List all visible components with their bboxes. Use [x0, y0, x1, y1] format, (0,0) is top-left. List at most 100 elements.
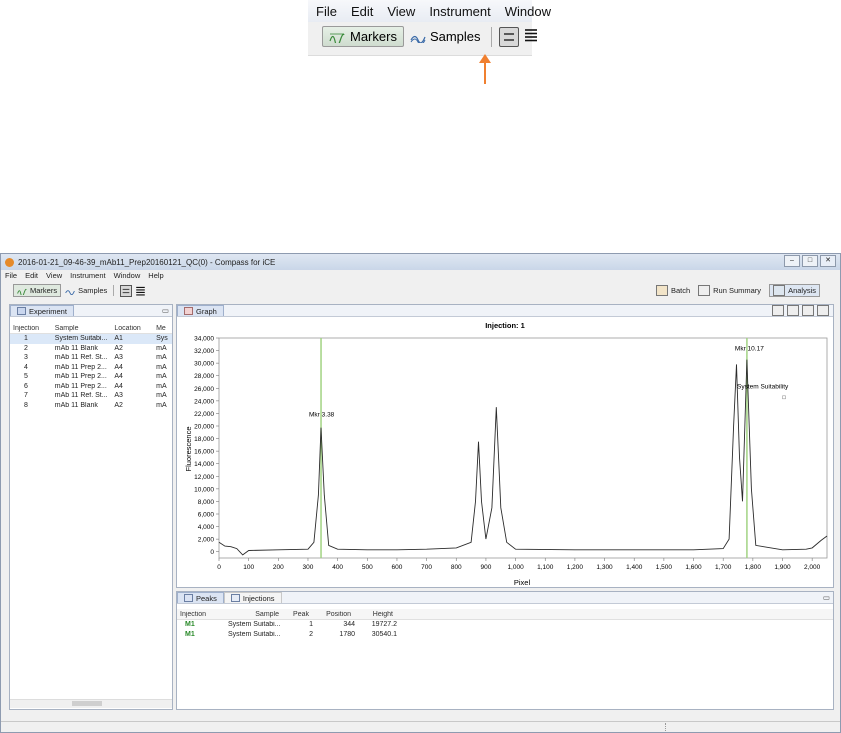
experiment-cell: A3: [114, 392, 123, 400]
y-tick-label: 32,000: [194, 348, 214, 355]
marker-toggle-icon[interactable]: [772, 305, 784, 316]
zoom-menu-file[interactable]: File: [316, 4, 337, 19]
peak-cell: 30540.1: [371, 630, 397, 638]
batch-button[interactable]: Batch: [655, 285, 690, 296]
samples-button[interactable]: Samples: [65, 286, 107, 295]
peak-row[interactable]: M1 System Suitabi... 2 1780 30540.1: [177, 630, 833, 640]
overlay-icon[interactable]: [802, 305, 814, 316]
peak-row[interactable]: M1 System Suitabi... 1 344 19727.2: [177, 620, 833, 630]
experiment-cell: mA: [156, 373, 167, 381]
x-tick-label: 1,400: [626, 564, 643, 571]
maximize-icon[interactable]: □: [802, 255, 818, 267]
zoom-menu-window[interactable]: Window: [505, 4, 551, 19]
minimize-view-icon[interactable]: ▭: [162, 306, 169, 315]
run-summary-button[interactable]: Run Summary: [698, 285, 761, 296]
x-tick-label: 100: [243, 564, 254, 571]
zoom-menu-instrument[interactable]: Instrument: [429, 4, 490, 19]
zoom-single-view-button[interactable]: [498, 26, 519, 47]
peak-cell: 1: [309, 621, 313, 629]
y-tick-label: 10,000: [194, 486, 214, 493]
window-controls: – □ ✕: [782, 255, 836, 267]
zoom-stacked-view-button[interactable]: [524, 28, 537, 45]
y-tick-label: 30,000: [194, 361, 214, 368]
experiment-cell: Sys: [156, 335, 168, 343]
column-method[interactable]: Me: [156, 325, 172, 332]
experiment-cell: A2: [114, 344, 123, 352]
peaks-col-height[interactable]: Height: [351, 611, 393, 618]
y-tick-label: 22,000: [194, 411, 214, 418]
experiment-row[interactable]: 5 mAb 11 Prep 2... A4 mA: [10, 372, 172, 382]
experiment-tab[interactable]: Experiment: [10, 305, 74, 316]
y-tick-label: 20,000: [194, 424, 214, 431]
minimize-peaks-icon[interactable]: ▭: [823, 593, 830, 602]
peaks-col-position[interactable]: Position: [309, 611, 351, 618]
experiment-cell: A3: [114, 354, 123, 362]
y-axis-label: Fluorescence: [184, 426, 193, 471]
experiment-cell: 8: [24, 401, 28, 409]
graph-panel: Graph Injection: 1 Fluorescence Pixel 0 2…: [176, 304, 834, 588]
y-tick-label: 2,000: [198, 537, 215, 544]
single-trace-icon[interactable]: [817, 305, 829, 316]
menu-edit[interactable]: Edit: [25, 271, 38, 280]
column-sample[interactable]: Sample: [55, 325, 115, 332]
experiment-row[interactable]: 3 mAb 11 Ref. St... A3 mA: [10, 353, 172, 363]
experiment-tab-header: Experiment ▭: [10, 305, 172, 317]
minimize-icon[interactable]: –: [784, 255, 800, 267]
graph-plot[interactable]: Injection: 1 Fluorescence Pixel 0 2,000 4,…: [177, 317, 833, 588]
peaks-tab-label: Peaks: [196, 593, 217, 603]
scrollbar-thumb[interactable]: [72, 701, 102, 706]
menu-help[interactable]: Help: [148, 271, 163, 280]
menu-view[interactable]: View: [46, 271, 62, 280]
markers-icon: [329, 33, 345, 43]
experiment-cell: 3: [24, 354, 28, 362]
menu-window[interactable]: Window: [114, 271, 141, 280]
injections-tab[interactable]: Injections: [223, 592, 282, 603]
close-icon[interactable]: ✕: [820, 255, 836, 267]
markers-button[interactable]: Markers: [13, 284, 62, 297]
peaks-table-body: M1 System Suitabi... 1 344 19727.2 M1 System S…: [177, 620, 833, 639]
experiment-row[interactable]: 2 mAb 11 Blank A2 mA: [10, 344, 172, 354]
view-toolbar: Markers Samples: [13, 284, 146, 297]
main-window: 2016-01-21_09-46-39_mAb11_Prep20160121_Q…: [0, 253, 841, 733]
y-tick-label: 4,000: [198, 524, 215, 531]
peaks-col-injection[interactable]: Injection: [177, 611, 224, 618]
horizontal-scrollbar[interactable]: [10, 699, 172, 708]
peak-cell: 344: [343, 621, 355, 629]
stacked-lines-icon: [524, 29, 537, 42]
experiment-row[interactable]: 1 System Suitabi... A1 Sys: [10, 334, 172, 344]
zoom-menu-edit[interactable]: Edit: [351, 4, 373, 19]
experiment-cell: mA: [156, 392, 167, 400]
zoom-menu-view[interactable]: View: [387, 4, 415, 19]
zoomed-toolbar-callout: File Edit View Instrument Window Markers…: [308, 0, 551, 56]
experiment-cell: mA: [156, 344, 167, 352]
menu-file[interactable]: File: [5, 271, 17, 280]
baseline-icon[interactable]: [787, 305, 799, 316]
zoom-markers-button[interactable]: Markers: [322, 26, 404, 47]
single-view-button[interactable]: [120, 284, 133, 297]
menu-instrument[interactable]: Instrument: [70, 271, 105, 280]
experiment-row[interactable]: 7 mAb 11 Ref. St... A3 mA: [10, 391, 172, 401]
toolbar-separator: [113, 285, 115, 296]
experiment-tab-label: Experiment: [29, 306, 67, 316]
experiment-cell: mAb 11 Prep 2...: [54, 373, 107, 381]
experiment-row[interactable]: 8 mAb 11 Blank A2 mA: [10, 401, 172, 411]
x-tick-label: 400: [332, 564, 343, 571]
experiment-cell: mAb 11 Blank: [54, 401, 98, 409]
experiment-cell: mAb 11 Prep 2...: [54, 382, 107, 390]
zoom-samples-button[interactable]: Samples: [410, 29, 481, 44]
stacked-lines-icon[interactable]: [136, 286, 146, 296]
peak-cell: M1: [185, 621, 195, 629]
column-location[interactable]: Location: [114, 325, 156, 332]
graph-tab[interactable]: Graph: [177, 305, 224, 316]
peaks-col-sample[interactable]: Sample: [224, 611, 279, 618]
x-tick-label: 1,000: [507, 564, 524, 571]
peaks-tab[interactable]: Peaks: [177, 592, 224, 603]
y-tick-label: 12,000: [194, 474, 214, 481]
analysis-button[interactable]: Analysis: [769, 284, 820, 297]
experiment-row[interactable]: 6 mAb 11 Prep 2... A4 mA: [10, 382, 172, 392]
column-injection[interactable]: Injection: [10, 325, 55, 332]
peaks-table-header: Injection Sample Peak Position Height: [177, 609, 833, 620]
experiment-row[interactable]: 4 mAb 11 Prep 2... A4 mA: [10, 363, 172, 373]
x-tick-label: 800: [451, 564, 462, 571]
peaks-col-peak[interactable]: Peak: [279, 611, 309, 618]
